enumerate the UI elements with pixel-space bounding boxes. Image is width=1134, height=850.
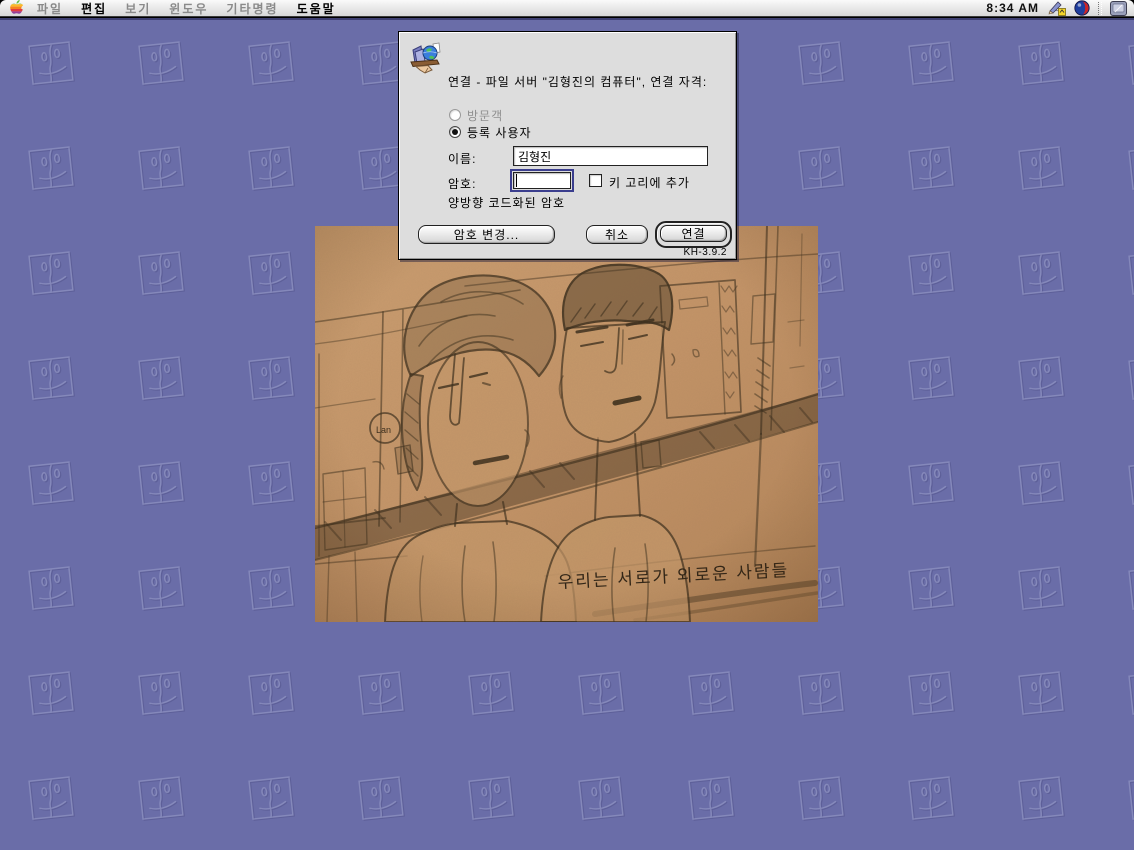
- connect-dialog: 연결 - 파일 서버 "김형진의 컴퓨터", 연결 자격: 방문객 등록 사용자…: [398, 31, 737, 260]
- text-caret: [516, 174, 517, 187]
- name-input[interactable]: [513, 146, 708, 166]
- menu-bar-right: 8:34 AM: [986, 0, 1134, 16]
- application-menu-icon[interactable]: [1110, 1, 1127, 16]
- dialog-title: 연결 - 파일 서버 "김형진의 컴퓨터", 연결 자격:: [448, 73, 732, 90]
- radio-registered-user[interactable]: 등록 사용자: [449, 125, 532, 139]
- cancel-button[interactable]: 취소: [586, 225, 648, 244]
- radio-guest-circle: [449, 109, 461, 121]
- add-to-keychain-label: 키 고리에 추가: [609, 174, 690, 191]
- radio-guest-label: 방문객: [467, 107, 503, 124]
- menu-help[interactable]: 도움말: [288, 0, 345, 17]
- screen: 파일 편집 보기 윈도우 기타명령 도움말 8:34 AM: [0, 0, 1134, 850]
- desktop-picture: Lan 우리는 서로가 외로운 사람들: [315, 226, 818, 622]
- radio-registered-label: 등록 사용자: [467, 124, 532, 141]
- connect-button[interactable]: 연결: [660, 225, 727, 242]
- menu-view: 보기: [116, 0, 160, 17]
- menu-edit[interactable]: 편집: [72, 0, 116, 17]
- password-input[interactable]: [513, 172, 571, 189]
- input-method-pen-icon[interactable]: [1047, 0, 1066, 16]
- apple-logo-icon: [10, 0, 24, 16]
- password-label: 암호:: [448, 175, 476, 192]
- menu-file: 파일: [28, 0, 72, 17]
- add-to-keychain-checkbox[interactable]: [589, 174, 602, 187]
- menu-bar-clock[interactable]: 8:34 AM: [986, 1, 1039, 15]
- korean-input-round-icon[interactable]: [1074, 0, 1090, 16]
- apple-menu[interactable]: [10, 0, 24, 16]
- menu-other-commands: 기타명령: [217, 0, 287, 17]
- client-version: KH-3.9.2: [684, 247, 727, 258]
- name-label: 이름:: [448, 150, 476, 167]
- menu-window: 윈도우: [160, 0, 217, 17]
- radio-guest: 방문객: [449, 108, 503, 122]
- encryption-note: 양방향 코드화된 암호: [448, 194, 565, 211]
- change-password-button[interactable]: 암호 변경...: [418, 225, 555, 244]
- menu-bar-divider: [1098, 2, 1102, 15]
- desktop: Lan 우리는 서로가 외로운 사람들 연결 - 파일 서버 "김형진의 컴: [0, 18, 1134, 850]
- radio-registered-circle[interactable]: [449, 126, 461, 138]
- appleshare-file-server-icon: [408, 40, 442, 74]
- sketch-drawing: Lan 우리는 서로가 외로운 사람들: [315, 226, 818, 622]
- menu-bar: 파일 편집 보기 윈도우 기타명령 도움말 8:34 AM: [0, 0, 1134, 17]
- default-button-ring: 연결: [655, 221, 732, 248]
